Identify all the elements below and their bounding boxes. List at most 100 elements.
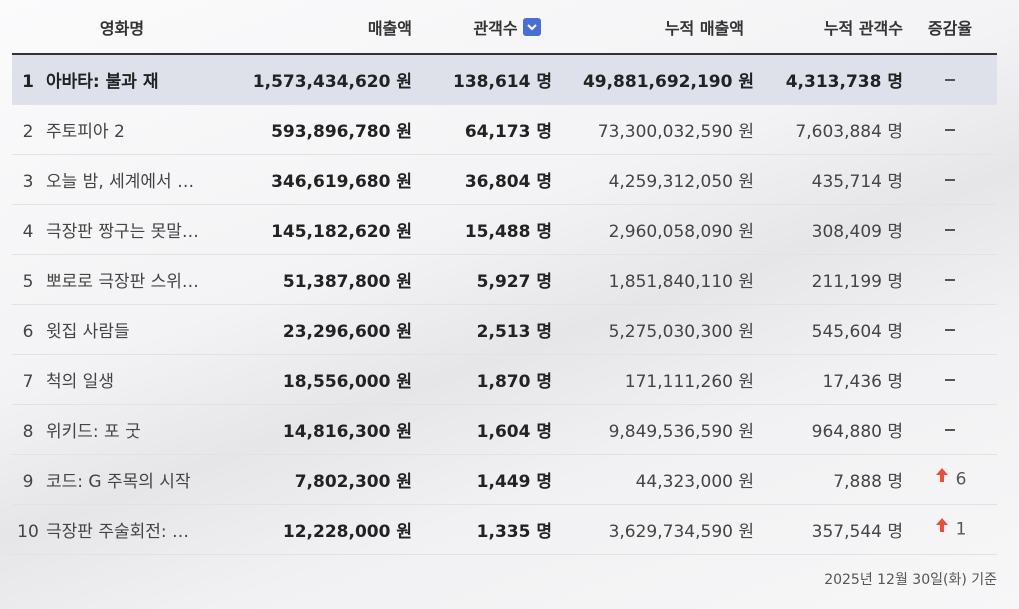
cell-audience: 15,488 명 — [418, 204, 552, 255]
cell-cum-audience: 7,888 명 — [754, 454, 903, 505]
rank-number: 2 — [22, 122, 34, 142]
cell-change: - — [903, 404, 997, 455]
header-cum-revenue[interactable]: 누적 매출액 — [552, 0, 754, 55]
table-row[interactable]: 5 뽀로로 극장판 스위… 51,387,800 원 5,927 명 1,851,840… — [12, 254, 997, 305]
table-row[interactable]: 9 코드: G 주목의 시작 7,802,300 원 1,449 명 44,323,00… — [12, 454, 997, 505]
movie-title-link[interactable]: 극장판 주술회전: … — [46, 517, 189, 542]
no-change-dash — [945, 328, 955, 331]
no-change-dash — [945, 228, 955, 231]
cell-revenue: 145,182,620 원 — [232, 204, 418, 255]
table-row[interactable]: 8 위키드: 포 굿 14,816,300 원 1,604 명 9,849,536,59… — [12, 404, 997, 455]
movie-title-link[interactable]: 오늘 밤, 세계에서 … — [46, 167, 194, 192]
cell-change: - — [903, 304, 997, 355]
header-title[interactable]: 영화명 — [12, 0, 232, 55]
cell-title: 10 극장판 주술회전: … — [12, 504, 232, 555]
no-change-dash — [945, 178, 955, 181]
rank-number: 5 — [22, 272, 34, 292]
cell-title: 2 주토피아 2 — [12, 104, 232, 155]
cell-cum-revenue: 171,111,260 원 — [552, 354, 754, 405]
header-revenue[interactable]: 매출액 — [232, 0, 418, 55]
table-header-row: 영화명 매출액 관객수 누적 매출액 누적 관객수 증감율 — [12, 0, 997, 55]
cell-cum-audience: 545,604 명 — [754, 304, 903, 355]
movie-title-link[interactable]: 아바타: 불과 재 — [46, 67, 158, 92]
cell-revenue: 593,896,780 원 — [232, 104, 418, 155]
no-change-dash — [945, 428, 955, 431]
movie-title-link[interactable]: 윗집 사람들 — [46, 317, 130, 342]
cell-cum-revenue: 4,259,312,050 원 — [552, 154, 754, 205]
cell-title: 3 오늘 밤, 세계에서 … — [12, 154, 232, 205]
table-row[interactable]: 2 주토피아 2 593,896,780 원 64,173 명 73,300,032,5… — [12, 104, 997, 155]
cell-audience: 36,804 명 — [418, 154, 552, 205]
header-audience[interactable]: 관객수 — [418, 0, 552, 55]
cell-revenue: 14,816,300 원 — [232, 404, 418, 455]
cell-revenue: 1,573,434,620 원 — [232, 54, 418, 105]
cell-change: 1 — [903, 504, 997, 555]
cell-audience: 2,513 명 — [418, 304, 552, 355]
cell-cum-revenue: 73,300,032,590 원 — [552, 104, 754, 155]
rank-number: 4 — [22, 222, 34, 242]
table-row[interactable]: 6 윗집 사람들 23,296,600 원 2,513 명 5,275,030,300 … — [12, 304, 997, 355]
cell-cum-audience: 17,436 명 — [754, 354, 903, 405]
chevron-down-icon — [526, 24, 537, 31]
date-note: 2025년 12월 30일(화) 기준 — [824, 572, 997, 588]
cell-title: 9 코드: G 주목의 시작 — [12, 454, 232, 505]
cell-change: - — [903, 104, 997, 155]
cell-cum-audience: 7,603,884 명 — [754, 104, 903, 155]
cell-change: - — [903, 204, 997, 255]
cell-audience: 1,335 명 — [418, 504, 552, 555]
change-value: 1 — [955, 519, 967, 540]
header-title-label: 영화명 — [99, 18, 145, 38]
movie-title-link[interactable]: 위키드: 포 굿 — [46, 417, 141, 442]
movie-title-link[interactable]: 척의 일생 — [46, 367, 114, 392]
table-row[interactable]: 10 극장판 주술회전: … 12,228,000 원 1,335 명 3,629,73… — [12, 504, 997, 555]
table-body: 1 아바타: 불과 재 1,573,434,620 원 138,614 명 49,881… — [12, 54, 997, 555]
table-row[interactable]: 4 극장판 짱구는 못말… 145,182,620 원 15,488 명 2,960,0… — [12, 204, 997, 255]
cell-revenue: 7,802,300 원 — [232, 454, 418, 505]
movie-title-link[interactable]: 주토피아 2 — [46, 117, 125, 142]
cell-cum-audience: 211,199 명 — [754, 254, 903, 305]
arrow-up-icon — [934, 467, 950, 488]
no-change-dash — [945, 128, 955, 131]
header-change[interactable]: 증감율 — [903, 0, 997, 55]
movie-title-link[interactable]: 극장판 짱구는 못말… — [46, 217, 199, 242]
no-change-dash — [945, 78, 955, 81]
sort-button[interactable] — [522, 18, 541, 36]
cell-title: 1 아바타: 불과 재 — [12, 54, 232, 105]
cell-change: - — [903, 54, 997, 105]
cell-audience: 1,604 명 — [418, 404, 552, 455]
table-row[interactable]: 7 척의 일생 18,556,000 원 1,870 명 171,111,260 원 17… — [12, 354, 997, 405]
table-row[interactable]: 3 오늘 밤, 세계에서 … 346,619,680 원 36,804 명 4,259,… — [12, 154, 997, 205]
cell-revenue: 23,296,600 원 — [232, 304, 418, 355]
cell-change: - — [903, 354, 997, 405]
cell-audience: 138,614 명 — [418, 54, 552, 105]
rank-number: 7 — [22, 372, 34, 392]
box-office-table: 영화명 매출액 관객수 누적 매출액 누적 관객수 증감율 1 아바타: 불과 재… — [12, 0, 997, 555]
header-cum-audience-label: 누적 관객수 — [823, 18, 903, 38]
header-revenue-label: 매출액 — [367, 18, 412, 38]
no-change-dash — [945, 378, 955, 381]
cell-cum-audience: 308,409 명 — [754, 204, 903, 255]
arrow-up-icon — [934, 517, 950, 538]
cell-change: 6 — [903, 454, 997, 505]
rank-number: 9 — [22, 472, 34, 492]
cell-cum-audience: 964,880 명 — [754, 404, 903, 455]
cell-change: - — [903, 254, 997, 305]
change-value: 6 — [955, 469, 967, 490]
rank-number: 1 — [22, 72, 34, 92]
table-row[interactable]: 1 아바타: 불과 재 1,573,434,620 원 138,614 명 49,881… — [12, 54, 997, 105]
cell-revenue: 346,619,680 원 — [232, 154, 418, 205]
header-audience-label: 관객수 — [473, 18, 518, 38]
cell-title: 6 윗집 사람들 — [12, 304, 232, 355]
cell-audience: 5,927 명 — [418, 254, 552, 305]
box-office-table-container: 영화명 매출액 관객수 누적 매출액 누적 관객수 증감율 1 아바타: 불과 재… — [12, 0, 997, 555]
cell-cum-audience: 435,714 명 — [754, 154, 903, 205]
cell-audience: 1,870 명 — [418, 354, 552, 405]
rank-number: 6 — [22, 322, 34, 342]
movie-title-link[interactable]: 뽀로로 극장판 스위… — [46, 267, 199, 292]
movie-title-link[interactable]: 코드: G 주목의 시작 — [46, 467, 191, 492]
header-cum-audience[interactable]: 누적 관객수 — [754, 0, 903, 55]
cell-cum-revenue: 5,275,030,300 원 — [552, 304, 754, 355]
cell-cum-revenue: 49,881,692,190 원 — [552, 54, 754, 105]
cell-audience: 64,173 명 — [418, 104, 552, 155]
rank-number: 3 — [22, 172, 34, 192]
